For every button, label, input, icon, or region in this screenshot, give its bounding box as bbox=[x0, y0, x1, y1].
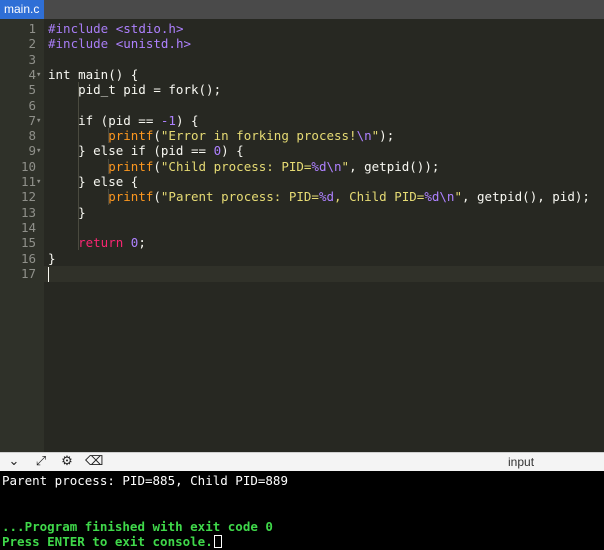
indent-guide bbox=[108, 189, 109, 205]
console-prompt-line: Press ENTER to exit console. bbox=[2, 534, 222, 549]
code-text: printf("Child process: PID=%d\n", getpid… bbox=[108, 158, 440, 174]
code-text: } else { bbox=[48, 174, 139, 189]
line-number: 6 bbox=[28, 97, 36, 113]
line-number: 12 bbox=[20, 189, 36, 205]
line-number: 14 bbox=[20, 219, 36, 235]
line-number: 15 bbox=[20, 235, 36, 251]
code-text: } bbox=[48, 250, 56, 266]
line-number: 3 bbox=[28, 51, 36, 67]
line-number: 8 bbox=[28, 128, 36, 144]
tab-main-c[interactable]: main.c bbox=[0, 0, 44, 19]
line-number: 5 bbox=[28, 82, 36, 98]
code-line[interactable]: 10 printf("Child process: PID=%d\n", get… bbox=[0, 159, 604, 175]
code-text: } bbox=[48, 204, 86, 220]
input-tab-label[interactable]: input bbox=[508, 455, 534, 469]
console-finished-line: ...Program finished with exit code 0 bbox=[2, 519, 273, 534]
code-line[interactable]: 15 return 0; bbox=[0, 235, 604, 251]
expand-icon[interactable]: ⤢ bbox=[33, 454, 49, 470]
code-line[interactable]: 4 ▾ int main() { bbox=[0, 67, 604, 83]
code-line[interactable]: 5 pid_t pid = fork(); bbox=[0, 82, 604, 98]
indent-guide bbox=[78, 128, 79, 144]
line-number: 16 bbox=[20, 250, 36, 266]
indent-guide bbox=[108, 158, 109, 174]
line-number: 9 bbox=[28, 143, 36, 159]
tab-bar: main.c bbox=[0, 0, 604, 19]
code-text: if (pid == -1) { bbox=[48, 112, 199, 128]
line-number: 13 bbox=[20, 204, 36, 220]
line-number: 17 bbox=[20, 265, 36, 281]
fold-toggle-icon[interactable]: ▾ bbox=[36, 143, 44, 159]
clear-console-icon[interactable]: ⌫ bbox=[85, 454, 103, 470]
console-prompt-text: Press ENTER to exit console. bbox=[2, 534, 213, 549]
line-number: 11 bbox=[20, 174, 36, 189]
code-text: int main() { bbox=[48, 66, 139, 82]
fold-toggle-icon[interactable]: ▾ bbox=[36, 174, 44, 190]
console-toolbar: ⌄ ⤢ ⚙ ⌫ input bbox=[0, 452, 604, 471]
line-number: 2 bbox=[28, 36, 36, 52]
chevron-down-icon[interactable]: ⌄ bbox=[6, 454, 22, 470]
gear-icon[interactable]: ⚙ bbox=[59, 454, 75, 470]
line-number: 10 bbox=[20, 158, 36, 174]
code-text: pid_t pid = fork(); bbox=[48, 82, 222, 98]
indent-guide bbox=[78, 82, 79, 251]
console-output-line: Parent process: PID=885, Child PID=889 bbox=[2, 473, 288, 488]
code-line[interactable]: 1 #include <stdio.h> bbox=[0, 21, 604, 37]
line-number: 4 bbox=[28, 66, 36, 82]
code-line[interactable]: 13 } bbox=[0, 205, 604, 221]
code-text: #include <unistd.h> bbox=[48, 36, 192, 52]
line-number: 7 bbox=[28, 112, 36, 128]
fold-toggle-icon[interactable]: ▾ bbox=[36, 67, 44, 83]
code-line[interactable]: 8 printf("Error in forking process!\n"); bbox=[0, 128, 604, 144]
code-editor[interactable]: 1 #include <stdio.h> 2 #include <unistd.h> 3… bbox=[0, 19, 604, 452]
code-line[interactable]: 12 printf("Parent process: PID=%d, Child… bbox=[0, 189, 604, 205]
code-line[interactable]: 6 bbox=[0, 98, 604, 114]
code-line[interactable]: 2 #include <unistd.h> bbox=[0, 36, 604, 52]
indent-guide bbox=[108, 128, 109, 144]
code-line[interactable]: 17 bbox=[0, 266, 604, 282]
console-cursor bbox=[213, 535, 222, 548]
code-line[interactable]: 7 ▾ if (pid == -1) { bbox=[0, 113, 604, 129]
code-text: printf("Parent process: PID=%d, Child PI… bbox=[108, 189, 590, 205]
code-text: #include <stdio.h> bbox=[48, 21, 184, 36]
code-line[interactable]: 16} bbox=[0, 251, 604, 267]
code-line[interactable]: 3 bbox=[0, 52, 604, 68]
code-line[interactable]: 11 ▾ } else { bbox=[0, 174, 604, 190]
code-text: return 0; bbox=[78, 235, 146, 251]
code-line[interactable]: 14 bbox=[0, 220, 604, 236]
code-line[interactable]: 9 ▾ } else if (pid == 0) { bbox=[0, 143, 604, 159]
code-text: printf("Error in forking process!\n"); bbox=[108, 128, 395, 144]
line-number: 1 bbox=[28, 21, 36, 36]
fold-toggle-icon[interactable]: ▾ bbox=[36, 113, 44, 129]
console-output[interactable]: Parent process: PID=885, Child PID=889 .… bbox=[0, 471, 604, 550]
